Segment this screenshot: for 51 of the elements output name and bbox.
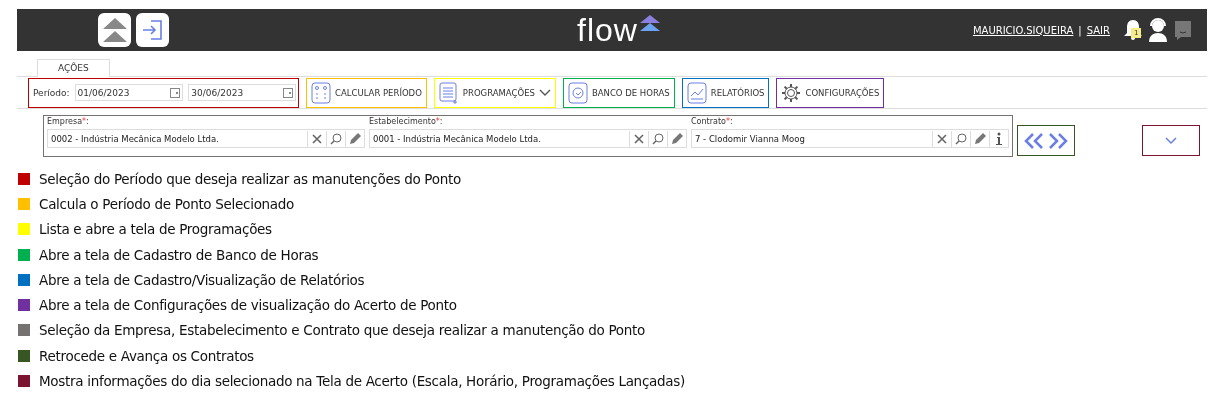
next-icon[interactable] bbox=[1047, 131, 1069, 150]
legend-text: Mostra informações do dia selecionado na Tela de Acerto (Escala, Horário, Programações Lançadas) bbox=[39, 373, 685, 389]
pencil-icon[interactable] bbox=[667, 130, 686, 147]
chevron-down-icon bbox=[538, 88, 551, 97]
separator: | bbox=[1078, 24, 1082, 36]
triangles-icon bbox=[101, 17, 128, 43]
legend-text: Abre a tela de Configurações de visualização do Acerto de Ponto bbox=[39, 297, 457, 314]
legend-text: Seleção do Período que deseja realizar as manutenções do Ponto bbox=[39, 170, 461, 187]
search-icon[interactable] bbox=[326, 130, 345, 147]
calculator-icon bbox=[311, 81, 331, 104]
list-icon bbox=[438, 81, 459, 104]
start-date-field[interactable]: 01/06/2023 bbox=[74, 84, 184, 101]
chart-icon bbox=[686, 81, 707, 104]
calendar-icon[interactable] bbox=[170, 87, 181, 98]
previous-icon[interactable] bbox=[1023, 131, 1045, 150]
legend-text: Abre a tela de Cadastro/Visualização de Relatórios bbox=[39, 271, 365, 288]
field-label: Contrato*: bbox=[691, 117, 734, 128]
pencil-icon[interactable] bbox=[970, 130, 989, 147]
arrows-button[interactable] bbox=[98, 13, 131, 47]
toolbar-button[interactable]: CONFIGURAÇÕES bbox=[776, 77, 885, 108]
chevron-down-icon bbox=[1165, 136, 1177, 145]
lookup-field[interactable]: 0002 - Indústria Mecânica Modelo Ltda. bbox=[47, 129, 365, 148]
login-button[interactable] bbox=[136, 13, 169, 47]
lookup-field[interactable]: 7 - Clodomir Vianna Moog bbox=[691, 129, 1009, 148]
toolbar-button[interactable]: BANCO DE HORAS bbox=[562, 77, 675, 108]
gear-icon bbox=[781, 82, 802, 103]
dropdown-button[interactable]: PROGRAMAÇÕES bbox=[433, 77, 556, 108]
legend-text: Seleção da Empresa, Estabelecimento e Contrato que deseja realizar a manutenção do Ponto bbox=[39, 322, 645, 339]
legend-text: Abre a tela de Cadastro de Banco de Horas bbox=[39, 246, 319, 263]
legend-text: Lista e abre a tela de Programações bbox=[39, 221, 272, 238]
tab[interactable]: AÇÕES bbox=[37, 59, 110, 77]
lookup-field[interactable]: 0001 - Indústria Mecânica Modelo Ltda. bbox=[369, 129, 687, 148]
search-icon[interactable] bbox=[951, 130, 970, 147]
support-agent-icon[interactable] bbox=[1148, 18, 1168, 42]
toolbar-button[interactable]: CALCULAR PERÍODO bbox=[306, 77, 427, 108]
expand-button[interactable] bbox=[1142, 125, 1200, 156]
period-label: Período: bbox=[33, 87, 70, 98]
logo: flow bbox=[577, 13, 638, 47]
field-label: Empresa*: bbox=[47, 117, 90, 128]
pencil-icon[interactable] bbox=[345, 130, 364, 147]
end-date-field[interactable]: 30/06/2023 bbox=[188, 84, 296, 101]
field-label: Estabelecimento*: bbox=[369, 117, 444, 128]
search-icon[interactable] bbox=[648, 130, 667, 147]
login-icon bbox=[140, 18, 165, 42]
toolbar-button[interactable]: RELATÓRIOS bbox=[681, 77, 770, 108]
user-link[interactable]: MAURICIO.SIQUEIRA bbox=[972, 24, 1074, 36]
legend-text: Retrocede e Avança os Contratos bbox=[39, 347, 254, 364]
logout-link[interactable]: SAIR bbox=[1086, 24, 1110, 36]
legend-text: Calcula o Período de Ponto Selecionado bbox=[39, 195, 295, 212]
calendar-icon[interactable] bbox=[283, 87, 293, 98]
chat-icon[interactable] bbox=[1173, 19, 1193, 41]
